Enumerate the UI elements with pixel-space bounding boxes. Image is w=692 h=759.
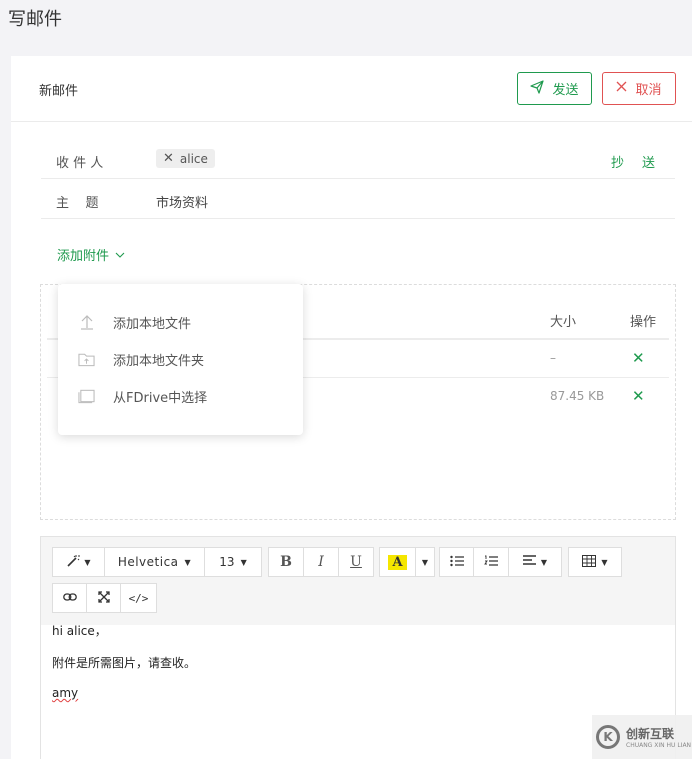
watermark-cn: 创新互联 <box>626 727 675 741</box>
cc-link[interactable]: 抄 <box>611 152 624 171</box>
menu-item-label: 从FDrive中选择 <box>113 390 208 406</box>
caret-down-icon: ▼ <box>240 557 247 567</box>
drive-icon <box>78 388 95 405</box>
caret-down-icon: ▼ <box>601 557 608 567</box>
caret-down-icon: ▼ <box>540 557 548 567</box>
list-group: ▼ <box>439 547 562 577</box>
recipient-label: 收 件 人 <box>56 156 104 171</box>
watermark: K 创新互联 CHUANG XIN HU LIAN <box>592 715 692 759</box>
magic-style-button[interactable]: ▼ <box>53 548 105 576</box>
chevron-down-icon <box>115 247 125 262</box>
body-text: hi alice， <box>52 624 107 638</box>
editor-body[interactable]: hi alice， 附件是所需图片，请查收。 amy <box>41 622 675 759</box>
highlight-color-button[interactable]: A <box>380 548 416 576</box>
format-group: B I U <box>268 547 374 577</box>
subject-input[interactable]: 市场资料 <box>156 192 208 211</box>
delete-attachment-icon[interactable]: ✕ <box>632 389 645 404</box>
send-icon <box>530 79 545 98</box>
compose-card: 新邮件 发送 取消 收 件 人 ✕ alice 抄 送 主 题 市场资料 添加附… <box>11 56 692 759</box>
bulleted-list-icon <box>449 555 464 570</box>
rich-text-editor: ▼ Helvetica ▼ 13 ▼ B I U A ▼ ▼ ▼ </> hi … <box>40 536 676 759</box>
bulleted-list-button[interactable] <box>440 548 474 576</box>
magic-wand-icon <box>66 554 81 571</box>
compose-header: 新邮件 发送 取消 <box>11 56 692 122</box>
highlight-icon: A <box>388 554 407 570</box>
font-family-select[interactable]: Helvetica ▼ <box>105 548 205 576</box>
expand-icon <box>97 590 110 606</box>
fullscreen-button[interactable] <box>87 584 121 612</box>
menu-item-local-folder[interactable]: 添加本地文件夹 <box>78 348 204 370</box>
body-line-message: 附件是所需图片，请查收。 <box>52 656 197 670</box>
color-dropdown-button[interactable]: ▼ <box>416 548 434 576</box>
color-group: A ▼ <box>379 547 435 577</box>
menu-item-label: 添加本地文件夹 <box>113 353 205 369</box>
bold-button[interactable]: B <box>269 548 304 576</box>
font-family-value: Helvetica <box>117 555 179 569</box>
code-view-button[interactable]: </> <box>121 584 156 612</box>
send-label: 发送 <box>552 83 579 98</box>
caret-down-icon: ▼ <box>84 557 91 567</box>
editor-toolbar: ▼ Helvetica ▼ 13 ▼ B I U A ▼ ▼ ▼ </> <box>41 537 675 625</box>
font-size-value: 13 <box>219 555 235 569</box>
compose-title: 新邮件 <box>39 84 79 99</box>
watermark-text: 创新互联 CHUANG XIN HU LIAN <box>626 725 691 749</box>
caret-down-icon: ▼ <box>184 557 192 567</box>
caret-down-icon: ▼ <box>421 557 429 567</box>
insert-group: </> <box>52 583 157 613</box>
page-title: 写邮件 <box>8 9 62 30</box>
delete-attachment-icon[interactable]: ✕ <box>632 351 645 366</box>
numbered-list-icon <box>484 555 498 570</box>
style-group: ▼ Helvetica ▼ 13 ▼ <box>52 547 262 577</box>
table-group: ▼ <box>568 547 622 577</box>
attachment-menu: 添加本地文件 添加本地文件夹 从FDrive中选择 <box>58 284 303 435</box>
align-left-icon <box>522 555 536 569</box>
cancel-label: 取消 <box>635 83 662 98</box>
subject-row: 主 题 市场资料 <box>41 179 675 219</box>
close-icon <box>616 81 627 96</box>
size-column-header: 大小 <box>550 315 577 330</box>
attachment-size: – <box>550 351 556 365</box>
recipient-tag-label: alice <box>179 151 208 166</box>
body-line-greeting: hi alice， <box>52 622 107 639</box>
recipient-tag[interactable]: ✕ alice <box>156 149 215 168</box>
table-icon <box>582 554 597 570</box>
attachment-size: 87.45 KB <box>550 389 605 403</box>
font-size-select[interactable]: 13 ▼ <box>205 548 261 576</box>
add-attachment-button[interactable]: 添加附件 <box>57 245 125 264</box>
link-icon <box>62 591 77 605</box>
italic-button[interactable]: I <box>304 548 339 576</box>
align-select[interactable]: ▼ <box>509 548 561 576</box>
upload-icon <box>78 314 95 331</box>
remove-recipient-icon[interactable]: ✕ <box>163 151 174 166</box>
watermark-en: CHUANG XIN HU LIAN <box>626 742 692 749</box>
bcc-link[interactable]: 送 <box>642 152 655 171</box>
insert-link-button[interactable] <box>53 584 87 612</box>
numbered-list-button[interactable] <box>474 548 509 576</box>
send-button[interactable]: 发送 <box>517 72 592 105</box>
add-attachment-label: 添加附件 <box>57 249 110 264</box>
action-column-header: 操作 <box>630 315 657 330</box>
body-line-signature: amy <box>52 686 79 700</box>
cancel-button[interactable]: 取消 <box>602 72 676 105</box>
menu-item-local-file[interactable]: 添加本地文件 <box>78 311 191 333</box>
menu-item-fdrive[interactable]: 从FDrive中选择 <box>78 385 207 407</box>
watermark-logo: K <box>596 725 620 749</box>
underline-button[interactable]: U <box>339 548 373 576</box>
folder-upload-icon <box>78 351 95 368</box>
subject-label: 主 题 <box>56 196 99 211</box>
recipient-row: 收 件 人 ✕ alice 抄 送 <box>41 139 675 179</box>
insert-table-button[interactable]: ▼ <box>569 548 621 576</box>
menu-item-label: 添加本地文件 <box>113 316 192 332</box>
